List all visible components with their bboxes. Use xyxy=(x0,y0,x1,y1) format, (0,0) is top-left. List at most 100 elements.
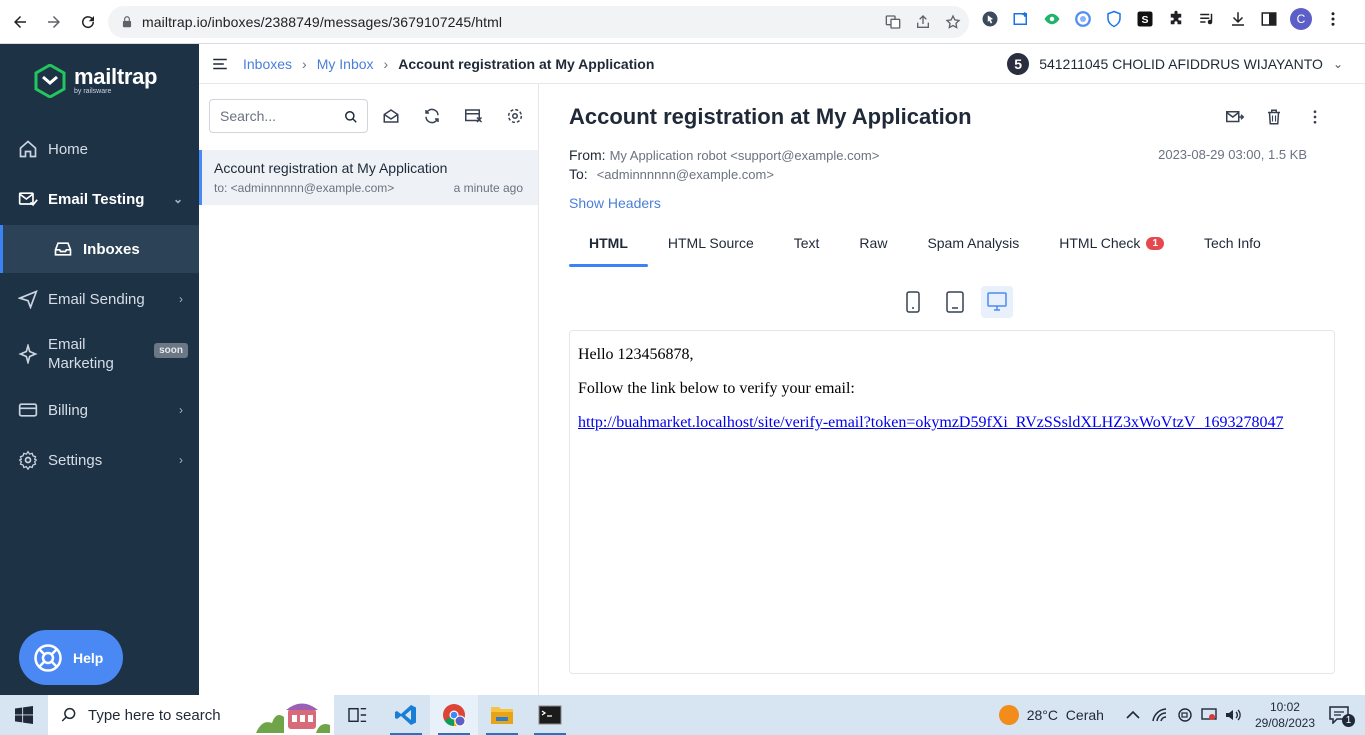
mark-read-icon[interactable] xyxy=(381,106,401,126)
back-button[interactable] xyxy=(4,6,36,38)
breadcrumb-my-inbox[interactable]: My Inbox xyxy=(317,56,374,72)
chevron-down-icon: ⌄ xyxy=(1332,57,1343,71)
to-label: To: xyxy=(569,166,588,182)
share-icon[interactable] xyxy=(915,14,931,30)
vscode-icon xyxy=(395,705,416,725)
show-headers-link[interactable]: Show Headers xyxy=(569,195,661,211)
search-highlight-icon xyxy=(256,703,330,733)
volume-icon[interactable] xyxy=(1225,708,1241,722)
weather-widget[interactable]: 28°C Cerah xyxy=(998,705,1104,725)
reload-button[interactable] xyxy=(72,6,104,38)
extension-shield-icon[interactable] xyxy=(1104,9,1124,29)
help-button[interactable]: Help xyxy=(19,630,123,685)
meet-now-icon[interactable] xyxy=(1177,707,1193,723)
sidebar-item-email-testing[interactable]: Email Testing ⌄ xyxy=(0,176,199,222)
extension-screenshot-icon[interactable] xyxy=(1011,9,1031,29)
browser-menu-icon[interactable] xyxy=(1323,9,1343,29)
media-queue-icon[interactable] xyxy=(1197,9,1217,29)
mailtrap-logo[interactable]: mailtrap by railsware xyxy=(34,64,157,98)
vscode-taskbar-button[interactable] xyxy=(382,695,430,735)
inbox-icon xyxy=(54,242,72,256)
chevron-up-icon[interactable] xyxy=(1126,710,1140,720)
sidebar: mailtrap by railsware Home Email Testing… xyxy=(0,44,199,695)
help-label: Help xyxy=(73,649,104,666)
search-box[interactable] xyxy=(209,99,368,133)
lifebuoy-icon xyxy=(34,643,62,672)
taskbar-search[interactable]: Type here to search xyxy=(48,695,334,735)
tab-label: Raw xyxy=(859,235,888,251)
inbox-settings-icon[interactable] xyxy=(505,106,525,126)
chevron-right-icon: › xyxy=(179,453,183,467)
desktop-view-button[interactable] xyxy=(981,286,1013,318)
bookmark-star-icon[interactable] xyxy=(945,14,961,30)
sidebar-item-label-line1: Email xyxy=(48,336,86,353)
file-explorer-taskbar-button[interactable] xyxy=(478,695,526,735)
tab-label: HTML Source xyxy=(667,235,754,251)
mailtrap-logo-icon xyxy=(34,64,66,98)
address-bar[interactable]: mailtrap.io/inboxes/2388749/messages/367… xyxy=(108,6,969,38)
tab-html[interactable]: HTML xyxy=(569,234,648,267)
message-time: a minute ago xyxy=(453,181,523,195)
sidebar-item-billing[interactable]: Billing › xyxy=(0,387,199,433)
chrome-taskbar-button[interactable] xyxy=(430,695,478,735)
more-options-icon[interactable] xyxy=(1304,106,1326,128)
task-view-button[interactable] xyxy=(334,695,382,735)
user-name: 541211045 CHOLID AFIDDRUS WIJAYANTO xyxy=(1039,56,1323,72)
message-list-panel: Account registration at My Application t… xyxy=(199,84,539,695)
terminal-taskbar-button[interactable] xyxy=(526,695,574,735)
taskbar-search-placeholder: Type here to search xyxy=(88,706,221,724)
breadcrumb-inboxes[interactable]: Inboxes xyxy=(243,56,292,72)
download-icon[interactable] xyxy=(1228,9,1248,29)
sidebar-item-email-sending[interactable]: Email Sending › xyxy=(0,276,199,322)
sidebar-item-email-marketing[interactable]: Email Marketing soon xyxy=(0,328,199,380)
extension-eye-icon[interactable] xyxy=(1042,9,1062,29)
chevron-down-icon: ⌄ xyxy=(172,192,183,206)
wifi-icon[interactable] xyxy=(1152,708,1168,722)
message-recipient: to: <adminnnnnn@example.com> xyxy=(214,181,395,195)
sparkle-icon xyxy=(18,344,38,364)
url-text[interactable]: mailtrap.io/inboxes/2388749/messages/367… xyxy=(142,14,502,30)
refresh-icon[interactable] xyxy=(422,106,442,126)
clock[interactable]: 10:02 29/08/2023 xyxy=(1255,699,1315,731)
display-icon[interactable] xyxy=(1201,708,1217,722)
clean-inbox-icon[interactable] xyxy=(464,106,484,126)
mobile-view-button[interactable] xyxy=(897,286,929,318)
hamburger-menu-icon[interactable] xyxy=(211,55,229,73)
trash-icon[interactable] xyxy=(1263,106,1285,128)
extensions-puzzle-icon[interactable] xyxy=(1166,9,1186,29)
browser-toolbar: mailtrap.io/inboxes/2388749/messages/367… xyxy=(0,0,1365,44)
tab-raw[interactable]: Raw xyxy=(839,234,907,267)
notification-center-icon[interactable]: 1 xyxy=(1329,706,1355,727)
search-input[interactable] xyxy=(220,108,338,124)
tablet-view-button[interactable] xyxy=(939,286,971,318)
extension-circle-icon[interactable] xyxy=(1073,9,1093,29)
breadcrumb-separator: › xyxy=(383,55,389,72)
email-greeting: Hello 123456878, xyxy=(578,346,694,363)
sidebar-item-settings[interactable]: Settings › xyxy=(0,437,199,483)
translate-icon[interactable] xyxy=(885,14,901,30)
search-icon xyxy=(61,707,76,722)
extension-s-icon[interactable]: S xyxy=(1135,9,1155,29)
profile-avatar[interactable]: C xyxy=(1290,8,1312,30)
tab-text[interactable]: Text xyxy=(774,234,840,267)
tab-spam-analysis[interactable]: Spam Analysis xyxy=(907,234,1039,267)
message-meta: 2023-08-29 03:00, 1.5 KB xyxy=(1158,147,1307,162)
forward-email-icon[interactable] xyxy=(1224,106,1246,128)
forward-button[interactable] xyxy=(38,6,70,38)
tab-html-source[interactable]: HTML Source xyxy=(648,234,774,267)
tab-tech-info[interactable]: Tech Info xyxy=(1184,234,1281,267)
user-menu[interactable]: 5 541211045 CHOLID AFIDDRUS WIJAYANTO ⌄ xyxy=(1007,53,1343,75)
site-info-icon[interactable] xyxy=(120,15,134,29)
chevron-right-icon: › xyxy=(179,403,183,417)
clock-date: 29/08/2023 xyxy=(1254,716,1315,730)
verify-email-link[interactable]: http://buahmarket.localhost/site/verify-… xyxy=(578,414,1283,431)
sidebar-item-label: Email Testing xyxy=(48,190,145,208)
side-panel-icon[interactable] xyxy=(1259,9,1279,29)
email-instruction: Follow the link below to verify your ema… xyxy=(578,380,855,397)
message-list-item[interactable]: Account registration at My Application t… xyxy=(199,150,538,205)
sidebar-item-inboxes[interactable]: Inboxes xyxy=(0,225,199,273)
extension-cursor-icon[interactable] xyxy=(980,9,1000,29)
start-button[interactable] xyxy=(0,695,48,735)
sidebar-item-home[interactable]: Home xyxy=(0,126,199,172)
tab-html-check[interactable]: HTML Check 1 xyxy=(1039,234,1184,267)
